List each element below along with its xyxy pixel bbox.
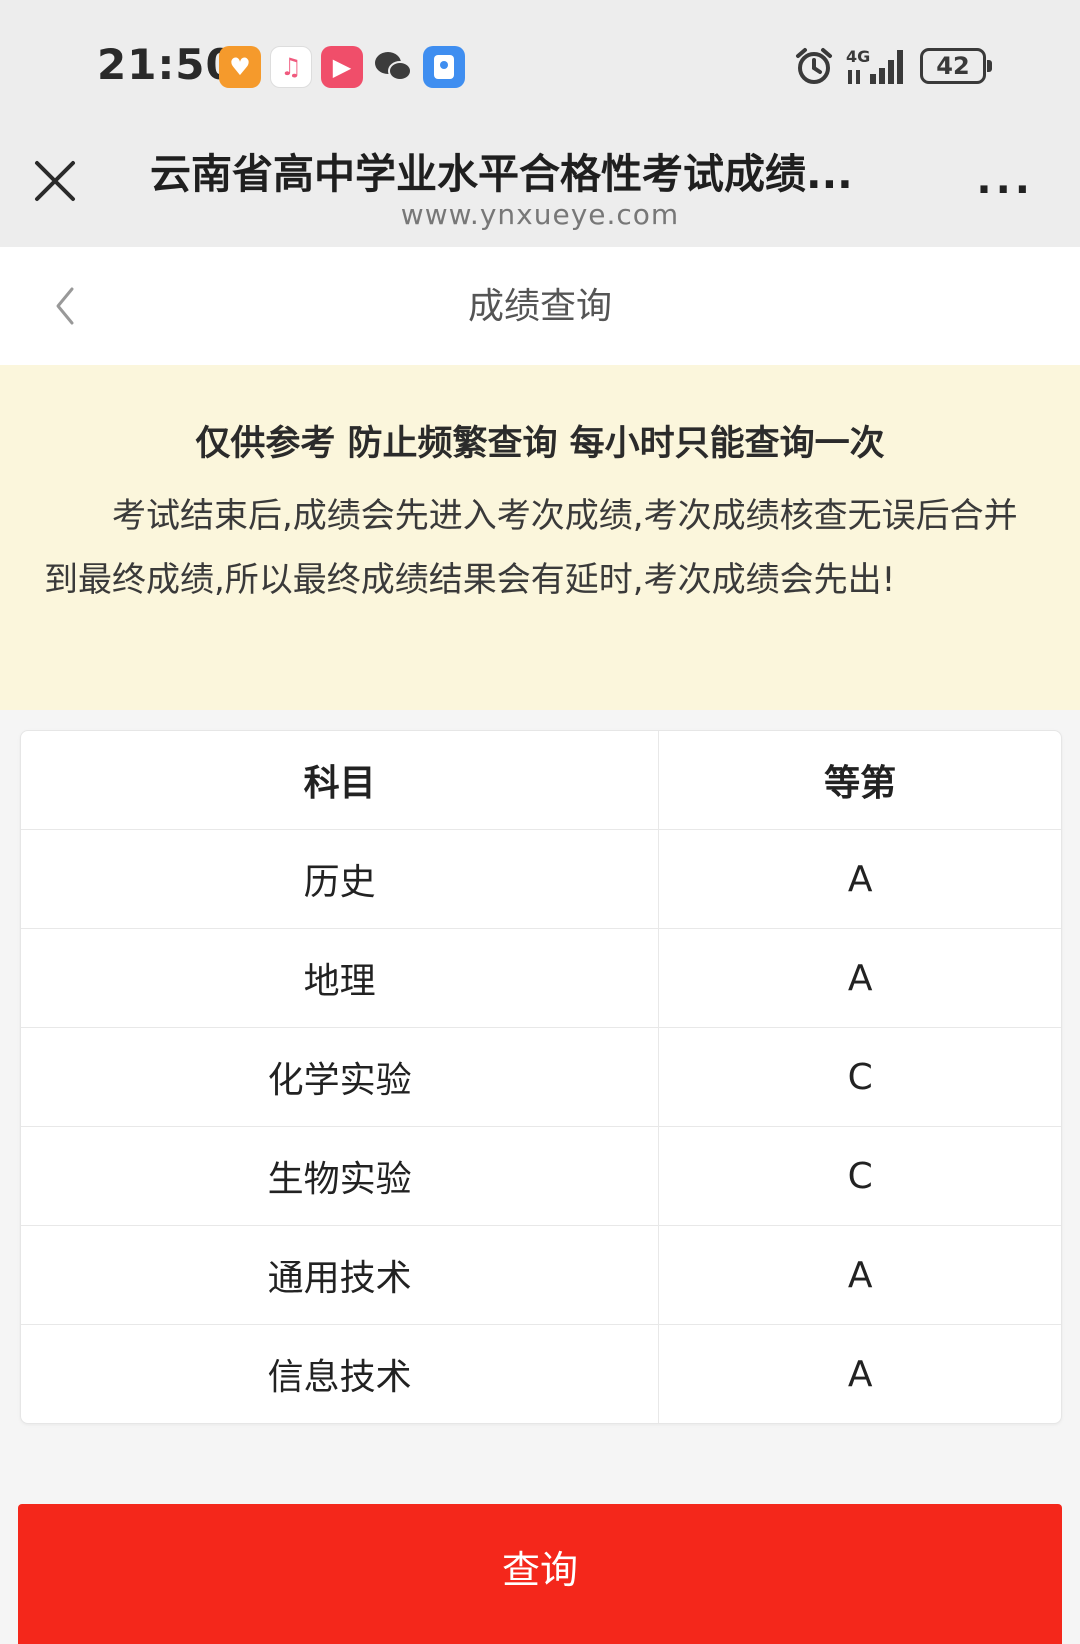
status-time: 21:50 (97, 40, 236, 89)
page-title: 云南省高中学业水平合格性考试成绩... (150, 150, 853, 198)
network-type-label: 4G (846, 47, 870, 66)
grade-cell: A (658, 928, 1061, 1028)
subject-cell: 化学实验 (21, 1027, 660, 1127)
music-icon: ♫ (270, 46, 312, 88)
more-options-icon[interactable]: ... (976, 160, 1034, 200)
system-icons: 4G 42 (794, 46, 992, 86)
table-row: 历史 A (21, 829, 1061, 929)
video-icon: ▶ (321, 46, 363, 88)
battery-level: 42 (936, 52, 970, 80)
table-row: 通用技术 A (21, 1225, 1061, 1325)
table-row: 化学实验 C (21, 1027, 1061, 1127)
grade-cell: C (658, 1027, 1061, 1127)
alarm-icon (796, 48, 832, 84)
grade-cell: A (658, 1225, 1061, 1325)
page-url: www.ynxueye.com (400, 198, 680, 231)
browser-title-bar: 云南省高中学业水平合格性考试成绩... www.ynxueye.com ... (0, 130, 1080, 247)
grade-cell: C (658, 1126, 1061, 1226)
table-row: 生物实验 C (21, 1126, 1061, 1226)
subject-cell: 通用技术 (21, 1225, 660, 1325)
grade-cell: A (658, 829, 1061, 929)
wechat-icon (372, 46, 414, 88)
subject-cell: 信息技术 (21, 1324, 660, 1423)
grade-cell: A (847, 1353, 873, 1395)
notice-body: 考试结束后,成绩会先进入考次成绩,考次成绩核查无误后合并到最终成绩,所以最终成绩… (44, 496, 1018, 600)
table-row: 信息技术 A (21, 1324, 1061, 1423)
header-grade: 等第 (658, 731, 1061, 830)
subject-cell: 生物实验 (21, 1126, 660, 1226)
grade-table: 科目 等第 历史 A 地理 A 化学实验 C 生物实验 C 通用技术 A 信息技… (20, 730, 1062, 1424)
notice-headline: 仅供参考 防止频繁查询 每小时只能查询一次 (195, 424, 885, 464)
table-row: 地理 A (21, 928, 1061, 1028)
subject-cell: 地理 (21, 928, 660, 1028)
header-title: 成绩查询 (467, 286, 612, 327)
header-subject: 科目 (21, 731, 660, 830)
table-header-row: 科目 等第 (21, 731, 1061, 830)
subject-cell: 历史 (21, 829, 660, 929)
heart-app-icon: ♥ (219, 46, 261, 88)
status-bar: 21:50 ♥ ♫ ▶ 4G 42 (0, 0, 1080, 130)
page-header: 成绩查询 (0, 247, 1080, 365)
query-button[interactable]: 查询 (18, 1504, 1062, 1644)
signal-icon: 4G (846, 47, 903, 84)
notice-banner: 仅供参考 防止频繁查询 每小时只能查询一次 考试结束后,成绩会先进入考次成绩,考… (0, 365, 1080, 710)
battery-icon: 42 (920, 48, 992, 84)
notification-icons: ♥ ♫ ▶ (219, 46, 465, 88)
assistant-app-icon (423, 46, 465, 88)
